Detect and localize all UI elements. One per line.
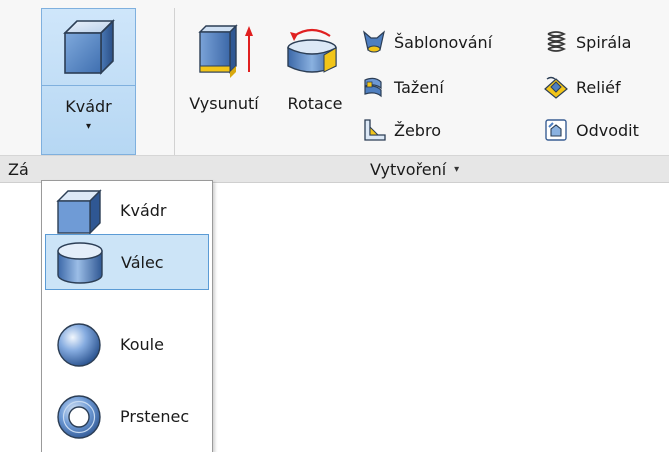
derive-label: Odvodit — [576, 120, 639, 140]
sweep-icon — [364, 77, 382, 98]
extrude-button[interactable]: Vysunutí — [184, 22, 264, 122]
revolve-icon — [287, 28, 337, 73]
chevron-down-icon[interactable]: ▾ — [454, 164, 459, 175]
menu-item-label: Koule — [120, 335, 164, 354]
loft-icon — [363, 30, 385, 53]
kvadr-split-button[interactable]: Kvádr ▾ — [41, 8, 136, 155]
kvadr-button-label: Kvádr — [65, 97, 112, 116]
create-group-title: Vytvoření — [370, 160, 447, 179]
revolve-button[interactable]: Rotace — [280, 22, 350, 122]
menu-item-kvadr[interactable]: Kvádr — [45, 183, 209, 239]
sweep-button[interactable]: Tažení — [361, 74, 444, 100]
cylinder-icon — [57, 242, 103, 284]
menu-item-label: Prstenec — [120, 407, 190, 426]
menu-item-label: Válec — [121, 253, 164, 272]
loft-label: Šablonování — [394, 32, 493, 52]
extrude-label: Vysunutí — [189, 94, 259, 113]
kvadr-button-top[interactable] — [42, 9, 135, 86]
menu-item-prstenec[interactable]: Prstenec — [45, 389, 209, 445]
coil-label: Spirála — [576, 32, 632, 52]
sphere-icon — [57, 323, 101, 367]
torus-icon — [57, 395, 101, 439]
menu-item-koule[interactable]: Koule — [45, 317, 209, 373]
derive-icon — [545, 119, 567, 141]
box-icon — [63, 19, 115, 75]
coil-icon — [547, 31, 567, 52]
rib-label: Žebro — [394, 120, 441, 140]
box-icon — [56, 189, 102, 235]
emboss-button[interactable]: Reliéf — [543, 74, 621, 100]
loft-button[interactable]: Šablonování — [361, 29, 492, 55]
ribbon-group-label-bar — [0, 155, 669, 183]
extrude-icon — [198, 24, 253, 78]
emboss-label: Reliéf — [576, 77, 621, 97]
chevron-down-icon[interactable]: ▾ — [42, 121, 135, 132]
primitive-group-label: Zá — [8, 160, 29, 179]
menu-item-valec[interactable]: Válec — [45, 234, 209, 290]
sweep-label: Tažení — [394, 77, 444, 97]
coil-button[interactable]: Spirála — [543, 29, 631, 55]
primitive-dropdown-menu: Kvádr Válec Koule Prstenec — [41, 180, 213, 452]
revolve-label: Rotace — [287, 94, 343, 113]
emboss-icon — [544, 76, 568, 99]
rib-icon — [364, 119, 386, 141]
rib-button[interactable]: Žebro — [361, 117, 441, 143]
derive-button[interactable]: Odvodit — [543, 117, 639, 143]
create-group-label[interactable]: Vytvoření ▾ — [370, 160, 459, 179]
menu-item-label: Kvádr — [120, 201, 167, 220]
